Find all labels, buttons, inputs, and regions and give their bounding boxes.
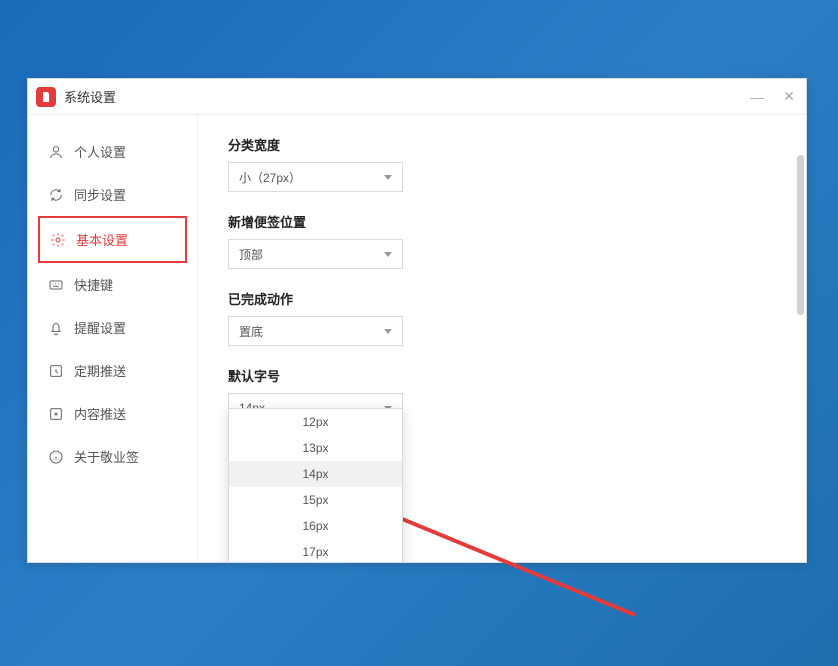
sync-icon	[48, 187, 64, 203]
sidebar-item-reminder[interactable]: 提醒设置	[38, 306, 187, 349]
dropdown-option[interactable]: 14px	[229, 461, 402, 487]
sidebar-item-label: 提醒设置	[74, 318, 126, 337]
window-body: 个人设置 同步设置 基本设置 快捷键 提醒设置 定期推送	[28, 115, 806, 562]
person-icon	[48, 144, 64, 160]
clock-icon	[48, 363, 64, 379]
sidebar-item-label: 内容推送	[74, 404, 126, 423]
window-title: 系统设置	[64, 87, 116, 106]
sidebar-item-label: 基本设置	[76, 230, 128, 249]
scrollbar[interactable]	[797, 155, 804, 315]
chevron-down-icon	[384, 329, 392, 334]
sidebar-item-content-push[interactable]: 内容推送	[38, 392, 187, 435]
push-icon	[48, 406, 64, 422]
select-new-note-pos[interactable]: 顶部	[228, 239, 403, 269]
dropdown-option[interactable]: 16px	[229, 513, 402, 539]
select-completed-action[interactable]: 置底	[228, 316, 403, 346]
field-label: 已完成动作	[228, 289, 776, 308]
field-category-width: 分类宽度 小（27px）	[228, 135, 776, 192]
field-completed-action: 已完成动作 置底	[228, 289, 776, 346]
select-value: 置底	[239, 323, 263, 340]
field-label: 新增便签位置	[228, 212, 776, 231]
window-controls: — ✕	[748, 88, 798, 106]
font-size-dropdown: 12px 13px 14px 15px 16px 17px 18px ×	[228, 408, 403, 562]
sidebar-item-basic[interactable]: 基本设置	[38, 216, 187, 263]
select-value: 小（27px）	[239, 169, 301, 186]
sidebar-item-label: 个人设置	[74, 142, 126, 161]
chevron-down-icon	[384, 252, 392, 257]
sidebar-item-label: 快捷键	[74, 275, 113, 294]
app-icon	[36, 87, 56, 107]
dropdown-option[interactable]: 13px	[229, 435, 402, 461]
select-category-width[interactable]: 小（27px）	[228, 162, 403, 192]
sidebar-item-sync[interactable]: 同步设置	[38, 173, 187, 216]
sidebar-item-about[interactable]: 关于敬业签	[38, 435, 187, 478]
dropdown-option[interactable]: 15px	[229, 487, 402, 513]
dropdown-option[interactable]: 12px	[229, 409, 402, 435]
sidebar: 个人设置 同步设置 基本设置 快捷键 提醒设置 定期推送	[28, 115, 198, 562]
titlebar: 系统设置 — ✕	[28, 79, 806, 115]
sidebar-item-shortcut[interactable]: 快捷键	[38, 263, 187, 306]
settings-window: 系统设置 — ✕ 个人设置 同步设置 基本设置 快捷键	[27, 78, 807, 563]
field-label: 默认字号	[228, 366, 776, 385]
sidebar-item-personal[interactable]: 个人设置	[38, 130, 187, 173]
sidebar-item-label: 定期推送	[74, 361, 126, 380]
sidebar-item-scheduled[interactable]: 定期推送	[38, 349, 187, 392]
close-button[interactable]: ✕	[780, 88, 798, 106]
sidebar-item-label: 关于敬业签	[74, 447, 139, 466]
keyboard-icon	[48, 277, 64, 293]
sidebar-item-label: 同步设置	[74, 185, 126, 204]
gear-icon	[50, 232, 66, 248]
field-label: 分类宽度	[228, 135, 776, 154]
info-icon	[48, 449, 64, 465]
bell-icon	[48, 320, 64, 336]
chevron-down-icon	[384, 175, 392, 180]
dropdown-option[interactable]: 17px	[229, 539, 402, 562]
main-panel: 分类宽度 小（27px） 新增便签位置 顶部 已完成动作 置底	[198, 115, 806, 562]
field-new-note-pos: 新增便签位置 顶部	[228, 212, 776, 269]
minimize-button[interactable]: —	[748, 88, 766, 106]
select-value: 顶部	[239, 246, 263, 263]
